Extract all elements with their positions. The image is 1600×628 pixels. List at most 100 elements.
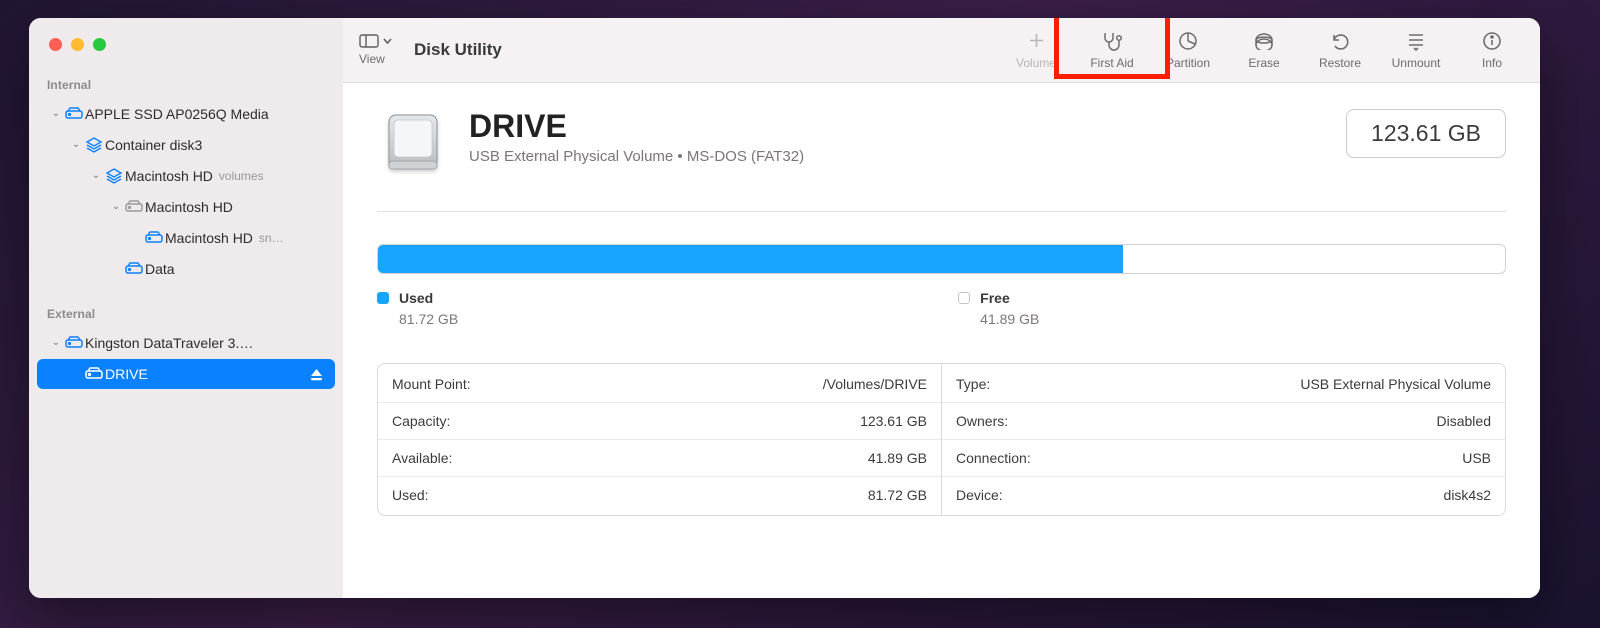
detail-row: Available: 41.89 GB [378,440,941,477]
undo-icon [1330,31,1350,51]
legend-used-value: 81.72 GB [399,311,458,327]
detail-col-right: Type:USB External Physical VolumeOwners:… [942,364,1505,515]
sidebar-section-external: External [29,285,343,327]
toolbar-button-label: Restore [1319,56,1361,70]
maximize-window-button[interactable] [93,38,106,51]
drive-icon [377,109,449,181]
detail-row: Capacity: 123.61 GB [378,403,941,440]
sidebar-item-label: APPLE SSD AP0256Q Media [85,106,269,122]
legend-free-label: Free [980,290,1010,306]
app-title: Disk Utility [414,40,502,60]
legend-free: Free 41.89 GB [958,290,1039,327]
drive-subtitle: USB External Physical Volume • MS-DOS (F… [469,148,804,165]
toolbar-button-label: Unmount [1392,56,1441,70]
sidebar-item[interactable]: ⌄ Macintosh HD volumes [37,161,335,191]
sidebar-tree-external: ⌄ Kingston DataTraveler 3.… DRIVE [29,327,343,390]
sidebar-section-internal: Internal [29,56,343,98]
erase-button[interactable]: Erase [1236,31,1292,70]
usage-legend: Used 81.72 GB Free 41.89 GB [377,290,1506,327]
unmount-button[interactable]: Unmount [1388,31,1444,70]
sidebar-item[interactable]: Macintosh HD sn… [37,223,335,253]
restore-button[interactable]: Restore [1312,31,1368,70]
sidebar-item-suffix: sn… [259,231,284,245]
usage-bar [377,244,1506,274]
sidebar-item[interactable]: Data [37,254,335,284]
sidebar-item-label: Kingston DataTraveler 3.… [85,335,253,351]
chevron-down-icon[interactable]: ⌄ [69,139,83,150]
view-label: View [359,52,385,66]
detail-row: Connection: USB [942,440,1505,477]
sidebar-item[interactable]: ⌄ Container disk3 [37,130,335,160]
sidebar-item-label: Macintosh HD [165,230,253,246]
detail-key: Mount Point: [392,376,471,392]
first-aid-button[interactable]: First Aid [1084,31,1140,70]
drive-name: DRIVE [469,109,804,144]
sidebar-item-label: Macintosh HD [125,168,213,184]
sidebar-item-label: Data [145,261,175,277]
detail-row: Owners: Disabled [942,403,1505,440]
sidebar-item-label: Macintosh HD [145,199,233,215]
close-window-button[interactable] [49,38,62,51]
volume-button: Volume [1008,31,1064,70]
detail-key: Capacity: [392,413,450,429]
sidebar-item-label: Container disk3 [105,137,202,153]
disk-utility-window: Internal ⌄ APPLE SSD AP0256Q Media ⌄ Contai… [29,18,1540,598]
detail-value: USB [1462,450,1491,466]
minimize-window-button[interactable] [71,38,84,51]
content-area: DRIVE USB External Physical Volume • MS-… [343,83,1540,598]
eject-icon[interactable] [307,365,325,383]
legend-free-value: 41.89 GB [980,311,1039,327]
hdd-icon [63,336,85,350]
detail-key: Connection: [956,450,1031,466]
detail-key: Device: [956,487,1003,503]
partition-button[interactable]: Partition [1160,31,1216,70]
view-menu-button[interactable]: View [359,34,392,66]
toolbar-button-label: Erase [1248,56,1279,70]
usage-bar-used [378,245,1123,273]
chevron-down-icon[interactable]: ⌄ [109,201,123,212]
info-button[interactable]: Info [1464,31,1520,70]
sidebar-item[interactable]: ⌄ APPLE SSD AP0256Q Media [37,99,335,129]
pie-icon [1178,31,1198,51]
stethoscope-icon [1101,31,1123,51]
main-panel: View Disk Utility Volume First Aid Partiti… [343,18,1540,598]
detail-key: Used: [392,487,429,503]
sidebar-toggle-icon [359,34,379,48]
legend-used-swatch [377,292,389,304]
sidebar: Internal ⌄ APPLE SSD AP0256Q Media ⌄ Contai… [29,18,343,598]
sidebar-tree-internal: ⌄ APPLE SSD AP0256Q Media ⌄ Container disk3… [29,98,343,285]
chevron-down-icon[interactable]: ⌄ [49,337,63,348]
toolbar-button-label: Volume [1016,56,1056,70]
sidebar-item[interactable]: ⌄ Kingston DataTraveler 3.… [37,328,335,358]
legend-free-swatch [958,292,970,304]
sidebar-item-suffix: volumes [219,169,264,183]
legend-used-label: Used [399,290,433,306]
capacity-badge: 123.61 GB [1346,109,1506,158]
hdd-icon [143,231,165,245]
chevron-down-icon[interactable]: ⌄ [49,108,63,119]
detail-value: 41.89 GB [868,450,927,466]
stack-icon [103,168,125,184]
divider [377,211,1506,212]
toolbar-button-label: Info [1482,56,1502,70]
unmount-icon [1406,31,1426,51]
detail-value: Disabled [1437,413,1491,429]
stack-icon [83,137,105,153]
toolbar-button-label: Partition [1166,56,1210,70]
detail-table: Mount Point:/Volumes/DRIVECapacity:123.6… [377,363,1506,516]
detail-value: 123.61 GB [860,413,927,429]
detail-key: Owners: [956,413,1008,429]
detail-row: Type:USB External Physical Volume [942,366,1505,403]
sidebar-item[interactable]: DRIVE [37,359,335,389]
drive-title-block: DRIVE USB External Physical Volume • MS-… [469,109,804,165]
plus-icon [1028,31,1045,51]
sidebar-item[interactable]: ⌄ Macintosh HD [37,192,335,222]
hdd-icon [123,200,145,214]
detail-value: 81.72 GB [868,487,927,503]
hdd-icon [123,262,145,276]
chevron-down-icon [383,38,392,44]
chevron-down-icon[interactable]: ⌄ [89,170,103,181]
detail-value: disk4s2 [1444,487,1491,503]
detail-key: Available: [392,450,452,466]
toolbar: View Disk Utility Volume First Aid Partiti… [343,18,1540,83]
